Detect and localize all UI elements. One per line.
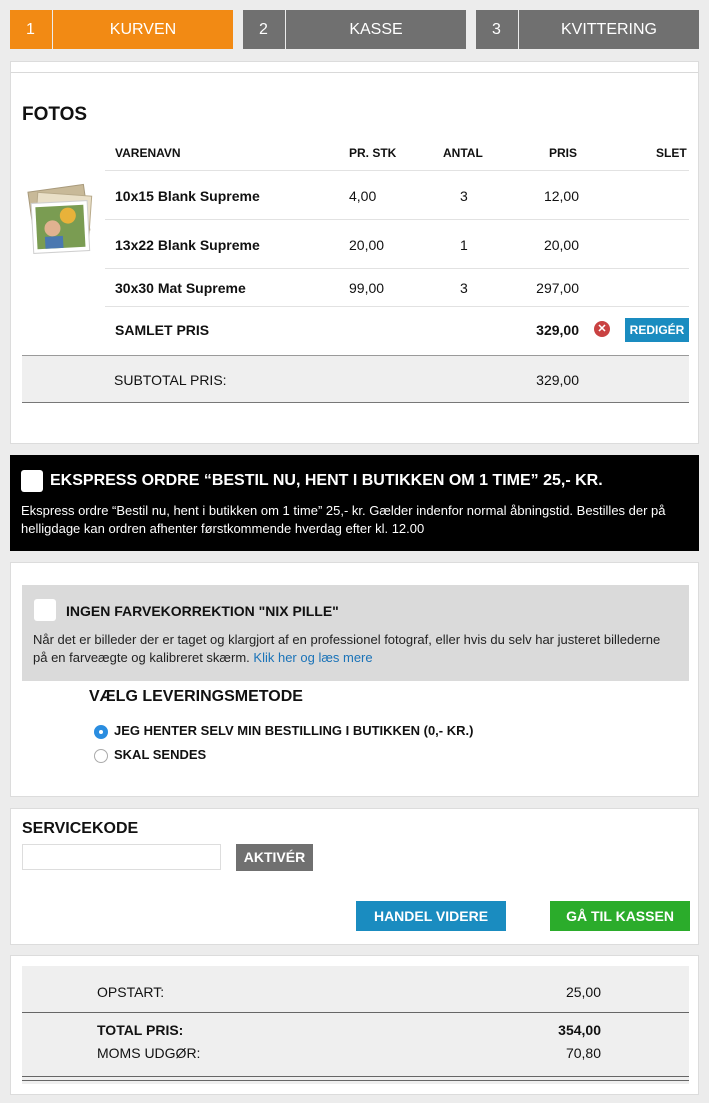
- col-header-delete: SLET: [656, 146, 687, 160]
- service-code-input[interactable]: [22, 844, 221, 870]
- delivery-pickup-radio[interactable]: [94, 725, 108, 739]
- item-name: 30x30 Mat Supreme: [115, 280, 246, 296]
- checkout-button[interactable]: GÅ TIL KASSEN: [550, 901, 690, 931]
- step-2-label[interactable]: KASSE: [286, 10, 466, 49]
- item-price-each: 4,00: [349, 188, 377, 204]
- cart-panel: FOTOS VARENAVN PR. STK ANTAL PRIS SLET 1…: [10, 61, 699, 444]
- delete-icon[interactable]: ✕: [594, 321, 610, 337]
- totals-box: OPSTART: 25,00 TOTAL PRIS: 354,00 MOMS U…: [22, 966, 689, 1084]
- step-3-label[interactable]: KVITTERING: [519, 10, 699, 49]
- checkout-steps: 1 KURVEN 2 KASSE 3 KVITTERING: [10, 10, 699, 49]
- subtotal-value: 329,00: [536, 372, 579, 388]
- col-header-name: VARENAVN: [115, 146, 181, 160]
- divider: [105, 170, 689, 171]
- step-1-number: 1: [10, 10, 52, 49]
- step-2-number: 2: [243, 10, 285, 49]
- delivery-pickup-label[interactable]: JEG HENTER SELV MIN BESTILLING I BUTIKKE…: [114, 723, 473, 738]
- edit-button[interactable]: REDIGÉR: [625, 318, 689, 342]
- item-price-each: 20,00: [349, 237, 385, 253]
- startup-label: OPSTART:: [97, 984, 165, 1000]
- subtotal-bar: SUBTOTAL PRIS: 329,00: [22, 355, 689, 403]
- col-header-price-each: PR. STK: [349, 146, 397, 160]
- cart-title: FOTOS: [22, 104, 88, 125]
- express-title: EKSPRESS ORDRE “BESTIL NU, HENT I BUTIKK…: [50, 472, 603, 489]
- item-name: 13x22 Blank Supreme: [115, 237, 260, 253]
- divider: [105, 306, 689, 307]
- nix-pille-title: INGEN FARVEKORREKTION "NIX PILLE": [66, 603, 339, 619]
- startup-value: 25,00: [565, 984, 601, 1000]
- express-description: Ekspress ordre “Bestil nu, hent i butikk…: [21, 503, 666, 536]
- item-qty: 3: [460, 280, 468, 296]
- item-price: 12,00: [543, 188, 579, 204]
- totals-panel: OPSTART: 25,00 TOTAL PRIS: 354,00 MOMS U…: [10, 955, 699, 1095]
- total-value: 329,00: [536, 322, 579, 338]
- nix-pille-box: INGEN FARVEKORREKTION "NIX PILLE" Når de…: [22, 585, 689, 681]
- nix-pille-checkbox[interactable]: [34, 599, 56, 621]
- divider: [105, 268, 689, 269]
- item-price-each: 99,00: [349, 280, 385, 296]
- delivery-ship-label[interactable]: SKAL SENDES: [114, 747, 206, 762]
- item-price: 20,00: [543, 237, 579, 253]
- options-panel: INGEN FARVEKORREKTION "NIX PILLE" Når de…: [10, 562, 699, 797]
- nix-pille-description: Når det er billeder der er taget og klar…: [33, 631, 673, 667]
- vat-label: MOMS UDGØR:: [97, 1045, 201, 1061]
- read-more-link[interactable]: Klik her og læs mere: [253, 650, 372, 665]
- item-qty: 3: [460, 188, 468, 204]
- divider: [22, 1080, 689, 1081]
- step-3-number: 3: [476, 10, 518, 49]
- item-name: 10x15 Blank Supreme: [115, 188, 260, 204]
- divider: [105, 219, 689, 220]
- total-price-label: TOTAL PRIS:: [97, 1022, 184, 1038]
- service-code-title: SERVICEKODE: [22, 820, 139, 837]
- item-price: 297,00: [536, 280, 579, 296]
- express-order-box: EKSPRESS ORDRE “BESTIL NU, HENT I BUTIKK…: [10, 455, 699, 551]
- col-header-qty: ANTAL: [443, 146, 483, 160]
- product-thumbnail: [27, 183, 93, 254]
- activate-button[interactable]: AKTIVÉR: [236, 844, 313, 871]
- divider: [22, 1076, 689, 1077]
- total-price-value: 354,00: [558, 1022, 601, 1038]
- col-header-price: PRIS: [549, 146, 578, 160]
- divider: [11, 72, 698, 73]
- vat-value: 70,80: [565, 1045, 601, 1061]
- divider: [22, 1012, 689, 1013]
- express-checkbox[interactable]: [21, 470, 43, 492]
- subtotal-label: SUBTOTAL PRIS:: [114, 372, 227, 388]
- step-1-label[interactable]: KURVEN: [53, 10, 233, 49]
- delivery-title: VÆLG LEVERINGSMETODE: [89, 688, 303, 705]
- item-qty: 1: [460, 237, 468, 253]
- delivery-ship-radio[interactable]: [94, 749, 108, 763]
- service-code-panel: SERVICEKODE AKTIVÉR HANDEL VIDERE GÅ TIL…: [10, 808, 699, 945]
- continue-shopping-button[interactable]: HANDEL VIDERE: [356, 901, 506, 931]
- total-label: SAMLET PRIS: [115, 322, 210, 338]
